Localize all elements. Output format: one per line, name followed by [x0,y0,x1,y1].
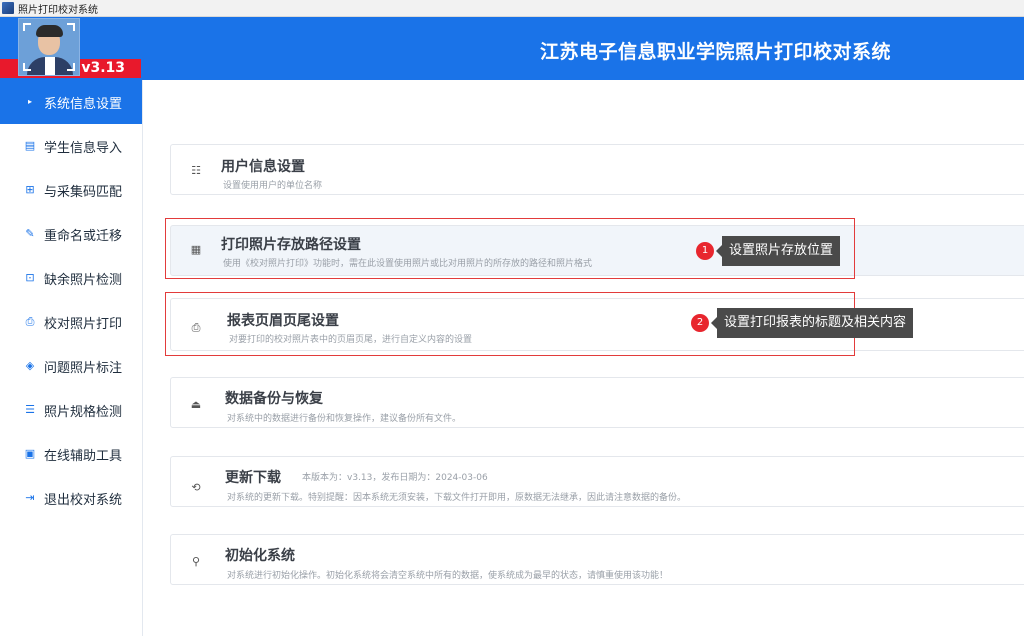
sidebar-item-student-import[interactable]: ▤ 学生信息导入 [0,124,142,168]
version-info: 本版本为：v3.13，发布日期为：2024-03-06 [302,473,488,483]
sidebar-item-label: 退出校对系统 [44,492,123,508]
setting-card-init[interactable]: ⚲ 初始化系统 对系统进行初始化操作。初始化系统将会清空系统中所有的数据，使系统… [170,534,1024,585]
sidebar: ▸ 系统信息设置 ▤ 学生信息导入 ⊞ 与采集码匹配 ✎ 重命名或迁移 ⊡ 缺余… [0,80,143,636]
window-title: 照片打印校对系统 [18,4,98,16]
setting-title: 更新下载 [225,470,281,486]
image-edit-icon: ✎ [25,227,35,240]
avatar-shirt [45,57,55,75]
setting-title: 用户信息设置 [221,159,305,175]
sidebar-item-label: 照片规格检测 [44,404,123,420]
sidebar-item-missing-check[interactable]: ⊡ 缺余照片检测 [0,256,142,300]
frame-corner [67,63,75,71]
avatar-hair [36,25,63,37]
main-content: ☷ 用户信息设置 设置使用用户的单位名称 ▦ 打印照片存放路径设置 使用《校对照… [144,80,1024,636]
annotation-badge-2: 2 [691,314,709,332]
setting-desc: 对系统进行初始化操作。初始化系统将会清空系统中所有的数据，使系统成为最早的状态，… [227,571,669,581]
monitor-icon: ▣ [24,447,36,460]
annotation-tooltip-2: 设置打印报表的标题及相关内容 [710,308,914,338]
setting-desc: 对系统的更新下载。特别提醒：因本系统无须安装，下载文件打开即用，原数据无法继承，… [227,493,687,503]
reset-icon: ⚲ [191,555,201,568]
id-card-icon: ▤ [24,139,36,152]
setting-card-user-info[interactable]: ☷ 用户信息设置 设置使用用户的单位名称 [170,144,1024,195]
sidebar-item-label: 重命名或迁移 [44,228,123,244]
frame-corner [23,63,31,71]
frame-corner [23,23,31,31]
scan-icon: ⊡ [25,271,35,284]
version-label: v3.13 [81,60,125,76]
spec-list-icon: ☰ [25,403,35,416]
tag-icon: ◈ [25,359,35,372]
sidebar-item-label: 问题照片标注 [44,360,123,376]
setting-desc: 设置使用用户的单位名称 [223,181,323,191]
sidebar-item-label: 校对照片打印 [44,316,123,332]
sidebar-item-code-match[interactable]: ⊞ 与采集码匹配 [0,168,142,212]
download-icon: ⟲ [191,481,201,494]
sidebar-item-label: 在线辅助工具 [44,448,123,464]
annotation-tooltip-1: 设置照片存放位置 [715,236,841,266]
exit-icon: ⇥ [25,491,35,504]
annotation-badge-1: 1 [696,242,714,260]
sidebar-item-rename[interactable]: ✎ 重命名或迁移 [0,212,142,256]
avatar [18,18,80,76]
sidebar-item-exit[interactable]: ⇥ 退出校对系统 [0,476,142,520]
bullet-icon: ▸ [27,97,32,106]
setting-title: 数据备份与恢复 [225,391,323,407]
window-title-bar: 照片打印校对系统 [0,0,1024,17]
sidebar-item-spec-check[interactable]: ☰ 照片规格检测 [0,388,142,432]
sidebar-item-online-tools[interactable]: ▣ 在线辅助工具 [0,432,142,476]
backup-icon: ⏏ [190,398,202,411]
setting-desc: 对系统中的数据进行备份和恢复操作，建议备份所有文件。 [227,414,462,424]
setting-card-backup[interactable]: ⏏ 数据备份与恢复 对系统中的数据进行备份和恢复操作，建议备份所有文件。 [170,377,1024,428]
sidebar-item-label: 学生信息导入 [44,140,123,156]
grid-match-icon: ⊞ [25,183,35,196]
app-icon [2,2,14,14]
page-title: 江苏电子信息职业学院照片打印校对系统 [540,41,892,63]
sidebar-item-label: 与采集码匹配 [44,184,123,200]
sidebar-item-label: 系统信息设置 [44,96,123,112]
setting-title: 初始化系统 [225,548,295,564]
sidebar-item-print[interactable]: ⎙ 校对照片打印 [0,300,142,344]
setting-card-update[interactable]: ⟲ 更新下载 本版本为：v3.13，发布日期为：2024-03-06 对系统的更… [170,456,1024,507]
frame-corner [67,23,75,31]
sidebar-item-label: 缺余照片检测 [44,272,123,288]
sidebar-item-problem-mark[interactable]: ◈ 问题照片标注 [0,344,142,388]
sidebar-item-system-settings[interactable]: ▸ 系统信息设置 [0,80,142,124]
user-list-icon: ☷ [191,164,201,177]
printer-icon: ⎙ [25,315,35,328]
app-header: 江苏电子信息职业学院照片打印校对系统 [0,17,1024,80]
